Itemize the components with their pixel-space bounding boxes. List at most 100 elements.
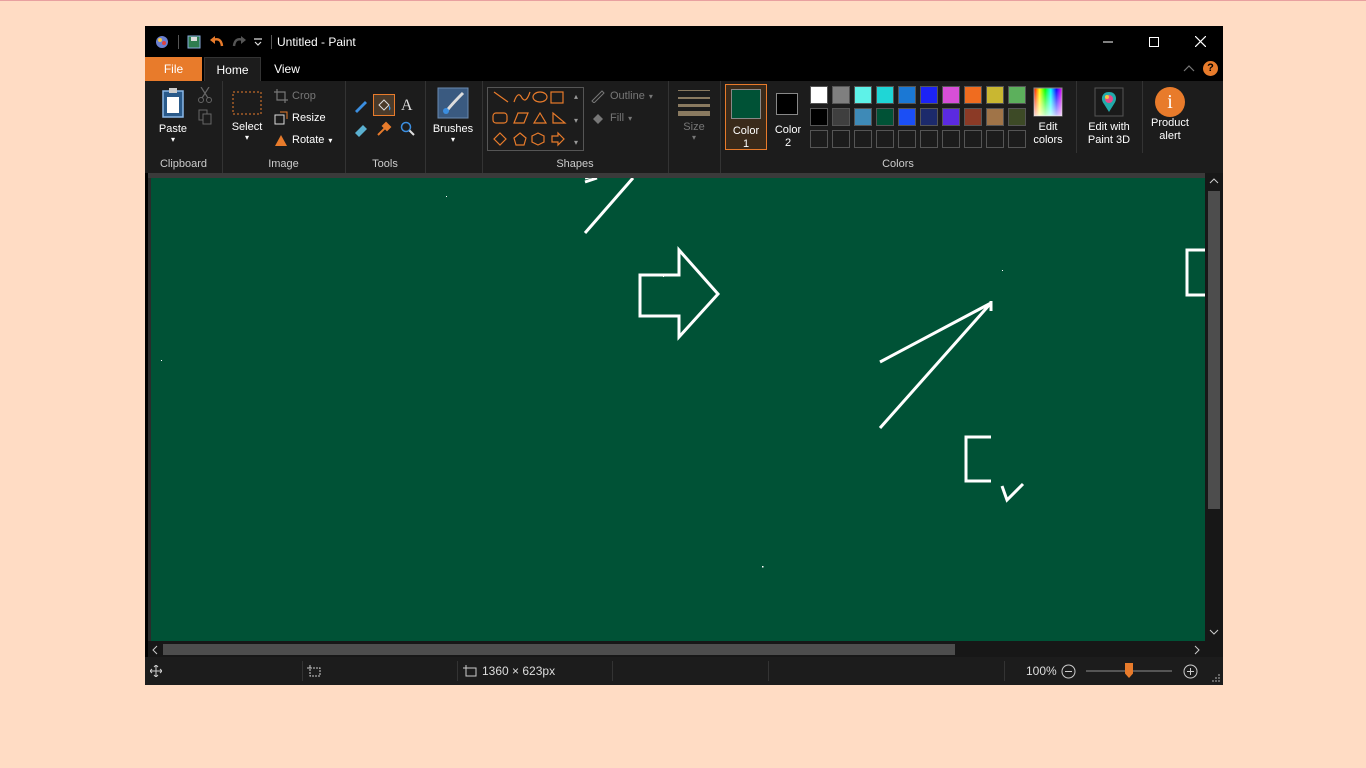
clipboard-group-label: Clipboard [159,158,208,170]
palette-swatch[interactable] [920,86,938,104]
rotate-button[interactable]: Rotate ▾ [274,133,332,147]
drawing-canvas[interactable] [151,178,1205,641]
cut-icon[interactable] [198,87,212,103]
scroll-right-icon[interactable] [1193,645,1201,655]
resize-button[interactable]: Resize [274,111,326,125]
palette-swatch[interactable] [854,108,872,126]
magnifier-icon[interactable] [400,121,416,137]
tab-home[interactable]: Home [204,57,261,82]
palette-swatch[interactable] [898,86,916,104]
palette-swatch[interactable] [810,86,828,104]
palette-swatch[interactable] [854,86,872,104]
crop-button[interactable]: Crop [274,89,316,103]
palette-empty-slot[interactable] [854,130,872,148]
help-button[interactable]: ? [1203,61,1218,76]
palette-swatch[interactable] [986,108,1004,126]
color-picker-icon[interactable] [376,121,392,137]
zoom-in-icon[interactable] [1183,664,1198,679]
product-alert-label: Product alert [1151,117,1189,142]
redo-icon[interactable] [231,35,247,49]
resize-grip-icon[interactable] [1211,673,1221,683]
minimize-button[interactable] [1085,26,1131,57]
palette-swatch[interactable] [832,108,850,126]
text-tool-icon[interactable]: A [400,96,416,112]
fill-bucket-icon [378,99,391,111]
svg-text:▾: ▾ [574,116,578,125]
save-icon[interactable] [187,35,201,49]
product-alert-button[interactable]: i Product alert [1144,87,1196,143]
paint-app-icon[interactable] [154,34,170,50]
horizontal-scrollbar[interactable] [148,641,1205,657]
palette-empty-slot[interactable] [1008,130,1026,148]
color1-swatch [731,89,761,119]
palette-empty-slot[interactable] [920,130,938,148]
crop-icon [274,89,288,103]
palette-empty-slot[interactable] [832,130,850,148]
partial-rectangle [1185,248,1205,297]
palette-swatch[interactable] [810,108,828,126]
scroll-left-icon[interactable] [151,645,159,655]
palette-empty-slot[interactable] [876,130,894,148]
palette-empty-slot[interactable] [942,130,960,148]
palette-swatch[interactable] [832,86,850,104]
pencil-icon[interactable] [353,97,369,113]
scroll-up-icon[interactable] [1209,177,1219,185]
fill-label: Fill [610,112,625,124]
edit-with-paint3d-button[interactable]: Edit with Paint 3D [1080,87,1138,147]
close-button[interactable] [1177,26,1223,57]
clipboard-group: Paste ▾ Clipboard [145,81,223,173]
vertical-scrollbar[interactable] [1205,173,1223,641]
palette-swatch[interactable] [986,86,1004,104]
palette-empty-slot[interactable] [986,130,1004,148]
palette-swatch[interactable] [920,108,938,126]
brushes-button[interactable]: Brushes ▾ [431,87,475,144]
line-size-icon [678,90,710,116]
shapes-gallery[interactable]: ▴ ▾ ▾ [487,87,584,151]
title-bar: Untitled - Paint [145,26,1223,57]
window-title: Untitled - Paint [277,35,356,49]
bracket-shape [964,435,991,483]
zoom-slider-thumb[interactable] [1125,663,1133,678]
cursor-position-icon [150,665,162,677]
palette-swatch[interactable] [876,108,894,126]
edit-colors-button[interactable]: Edit colors [1030,87,1066,147]
image-group-label: Image [268,158,299,170]
outline-button[interactable]: Outline ▾ [590,89,653,103]
fill-tool-button[interactable] [373,94,395,116]
zoom-out-icon[interactable] [1061,664,1076,679]
copy-icon[interactable] [198,109,212,125]
tools-group: A Tools [345,81,426,173]
palette-swatch[interactable] [964,108,982,126]
shapes-group-label: Shapes [556,158,594,170]
file-menu-tab[interactable]: File [145,57,202,81]
svg-text:▴: ▴ [574,92,578,101]
maximize-button[interactable] [1131,26,1177,57]
color2-swatch [776,93,798,115]
palette-empty-slot[interactable] [964,130,982,148]
size-button[interactable]: Size ▾ [676,87,712,142]
select-button[interactable]: Select ▾ [230,89,264,142]
customize-toolbar-icon[interactable] [253,37,263,47]
palette-swatch[interactable] [964,86,982,104]
horizontal-scroll-thumb[interactable] [163,644,955,655]
palette-swatch[interactable] [942,86,960,104]
vertical-scroll-thumb[interactable] [1208,191,1220,509]
palette-empty-slot[interactable] [898,130,916,148]
palette-swatch[interactable] [1008,108,1026,126]
palette-swatch[interactable] [1008,86,1026,104]
undo-icon[interactable] [209,35,225,49]
tab-view[interactable]: View [263,57,311,81]
paste-button[interactable]: Paste ▾ [155,87,191,144]
ribbon: Paste ▾ Clipboard Select ▾ Crop Resize R… [145,81,1223,173]
fill-icon [593,114,603,124]
color1-button[interactable]: Color 1 [725,84,767,150]
eraser-icon[interactable] [353,121,369,137]
palette-swatch[interactable] [942,108,960,126]
palette-swatch[interactable] [876,86,894,104]
scroll-down-icon[interactable] [1209,628,1219,636]
palette-empty-slot[interactable] [810,130,828,148]
palette-swatch[interactable] [898,108,916,126]
fill-button[interactable]: Fill ▾ [590,111,632,125]
color2-button[interactable]: Color 2 [770,84,806,150]
collapse-ribbon-icon[interactable] [1183,64,1195,74]
